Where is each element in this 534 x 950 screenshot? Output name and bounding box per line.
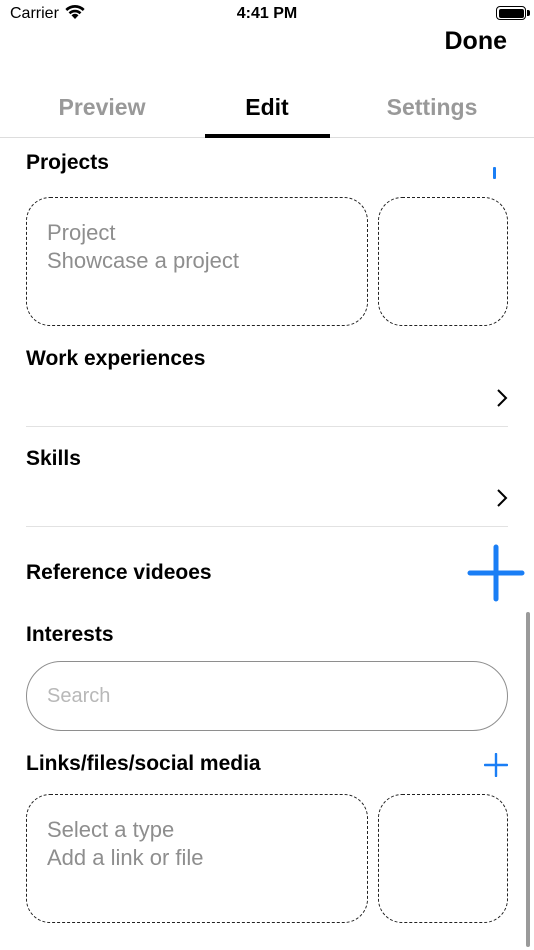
- divider: [26, 426, 508, 427]
- projects-add-icon[interactable]: [493, 167, 496, 179]
- skills-title: Skills: [26, 447, 81, 470]
- plus-icon[interactable]: [467, 544, 525, 602]
- interests-title: Interests: [26, 623, 114, 646]
- done-button[interactable]: Done: [445, 27, 508, 56]
- clock: 4:41 PM: [236, 5, 298, 22]
- divider: [26, 526, 508, 527]
- battery-tip: [527, 10, 530, 16]
- tab-preview[interactable]: Preview: [40, 94, 164, 121]
- scrollbar[interactable]: [526, 612, 530, 947]
- project-media-placeholder[interactable]: [378, 197, 508, 326]
- link-media-placeholder[interactable]: [378, 794, 508, 923]
- project-card-subtitle: Showcase a project: [47, 248, 239, 273]
- tab-edit[interactable]: Edit: [205, 94, 329, 121]
- plus-icon[interactable]: [484, 753, 508, 777]
- link-card[interactable]: Select a type Add a link or file: [26, 794, 368, 923]
- active-tab-indicator: [205, 134, 330, 138]
- project-card[interactable]: Project Showcase a project: [26, 197, 368, 326]
- tab-bar: Preview Edit Settings: [0, 88, 534, 138]
- link-card-type: Select a type: [47, 817, 175, 842]
- chevron-right-icon[interactable]: [496, 388, 508, 408]
- reference-videos-title: Reference videoes: [26, 561, 212, 584]
- links-title: Links/files/social media: [26, 752, 261, 775]
- projects-title: Projects: [26, 151, 109, 174]
- work-experiences-title: Work experiences: [26, 347, 206, 370]
- interests-search-input[interactable]: [26, 661, 508, 731]
- chevron-right-icon[interactable]: [496, 488, 508, 508]
- project-card-title: Project: [47, 220, 116, 245]
- link-card-subtitle: Add a link or file: [47, 845, 204, 870]
- battery-icon: [496, 6, 526, 20]
- status-bar: Carrier 4:41 PM: [0, 0, 534, 30]
- tab-settings[interactable]: Settings: [370, 94, 494, 121]
- edit-content[interactable]: Projects Project Showcase a project Work…: [0, 139, 534, 950]
